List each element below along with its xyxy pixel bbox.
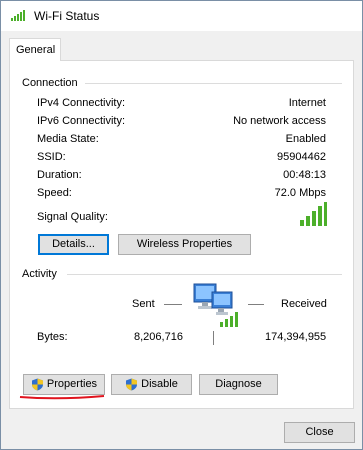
title-bar: Wi-Fi Status: [1, 1, 362, 31]
ssid-label: SSID:: [37, 151, 66, 163]
ipv6-value: No network access: [233, 115, 326, 127]
tab-general[interactable]: General: [9, 38, 61, 61]
details-button[interactable]: Details...: [38, 234, 109, 255]
network-computers-icon: [193, 283, 238, 327]
wireless-properties-button[interactable]: Wireless Properties: [118, 234, 251, 255]
media-state-value: Enabled: [285, 133, 326, 145]
ipv4-value: Internet: [288, 97, 326, 109]
connection-divider: [85, 83, 342, 84]
received-line: [248, 304, 264, 305]
ssid-value: 95904462: [277, 151, 326, 163]
speed-label: Speed:: [37, 187, 72, 199]
ipv4-label: IPv4 Connectivity:: [37, 97, 126, 109]
close-button-label: Close: [305, 426, 334, 438]
details-button-label: Details...: [52, 238, 95, 250]
activity-divider-tick: [213, 331, 214, 345]
speed-value: 72.0 Mbps: [274, 187, 326, 199]
diagnose-button[interactable]: Diagnose: [199, 374, 278, 395]
duration-label: Duration:: [37, 169, 82, 181]
signal-quality-label: Signal Quality:: [37, 211, 108, 223]
signal-quality-bars-icon: [300, 202, 327, 226]
bytes-sent-value: 8,206,716: [134, 331, 183, 343]
disable-button-label: Disable: [141, 378, 178, 390]
sent-line: [164, 304, 182, 305]
properties-button-label: Properties: [46, 378, 98, 390]
window-title: Wi-Fi Status: [34, 9, 100, 23]
ipv6-label: IPv6 Connectivity:: [37, 115, 126, 127]
sent-label: Sent: [132, 298, 155, 310]
connection-heading: Connection: [22, 77, 78, 89]
diagnose-button-label: Diagnose: [215, 378, 262, 390]
received-label: Received: [281, 298, 327, 310]
activity-heading: Activity: [22, 268, 57, 280]
media-state-label: Media State:: [37, 133, 99, 145]
wireless-properties-label: Wireless Properties: [136, 238, 233, 250]
bytes-label: Bytes:: [37, 331, 68, 343]
uac-shield-icon: [31, 378, 43, 391]
wifi-signal-icon: [11, 10, 25, 21]
annotation-underline: [19, 395, 105, 400]
duration-value: 00:48:13: [283, 169, 326, 181]
disable-button[interactable]: Disable: [111, 374, 192, 395]
activity-divider: [67, 274, 342, 275]
uac-shield-icon: [126, 378, 138, 391]
properties-button[interactable]: Properties: [23, 374, 105, 395]
bytes-received-value: 174,394,955: [265, 331, 327, 343]
wifi-status-dialog: Wi-Fi Status General Connection IPv4 Con…: [0, 0, 363, 450]
close-button[interactable]: Close: [284, 422, 355, 443]
